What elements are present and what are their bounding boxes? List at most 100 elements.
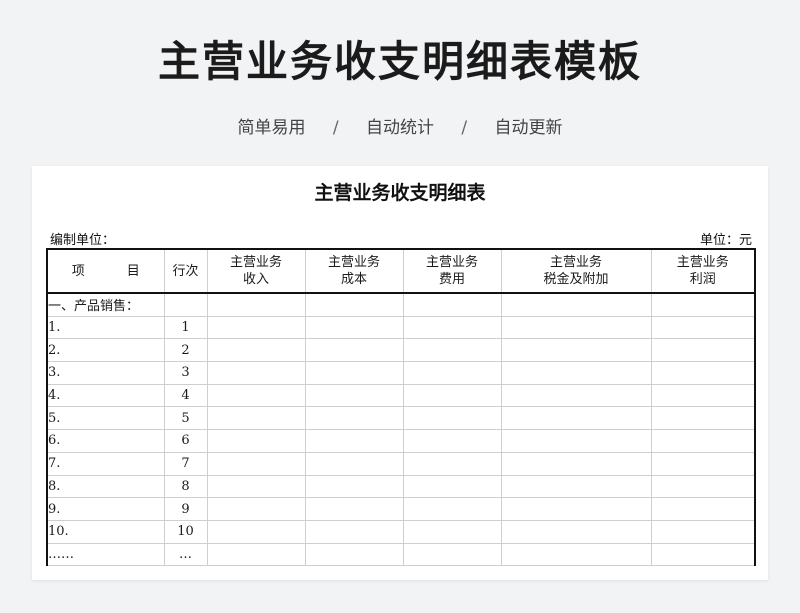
preparer-label: 编制单位： <box>50 233 116 248</box>
table-cell[interactable] <box>500 519 652 544</box>
seq-cell[interactable]: 10 <box>163 519 208 544</box>
table-cell[interactable] <box>206 542 306 567</box>
header-cost: 主营业务 成本 <box>304 248 404 294</box>
table-cell[interactable] <box>163 292 208 317</box>
table-cell[interactable] <box>304 519 404 544</box>
table-row: 2. 2 <box>46 338 756 363</box>
table-row: 6. 6 <box>46 429 756 453</box>
table-cell[interactable] <box>500 361 652 385</box>
table-cell[interactable] <box>304 406 404 431</box>
table-cell[interactable] <box>206 315 306 340</box>
table-cell[interactable] <box>206 338 306 363</box>
table-cell[interactable] <box>650 338 756 363</box>
table-cell[interactable] <box>650 542 756 567</box>
table-cell[interactable] <box>304 361 404 385</box>
table-cell[interactable] <box>402 315 502 340</box>
page-title: 主营业务收支明细表模板 <box>157 37 642 86</box>
table-cell[interactable] <box>304 429 404 453</box>
table-row: 1. 1 <box>46 315 756 340</box>
seq-cell[interactable]: 9 <box>163 497 208 521</box>
item-cell[interactable]: 7. <box>46 451 165 476</box>
table-cell[interactable] <box>206 406 306 431</box>
table-cell[interactable] <box>206 292 306 317</box>
item-cell[interactable]: 4. <box>46 383 165 408</box>
table-cell[interactable] <box>650 383 756 408</box>
seq-cell[interactable]: 3 <box>163 361 208 385</box>
table-cell[interactable] <box>402 451 502 476</box>
item-cell[interactable]: 8. <box>46 474 165 499</box>
seq-cell[interactable]: … <box>163 542 208 567</box>
table-cell[interactable] <box>500 292 652 317</box>
table-cell[interactable] <box>500 497 652 521</box>
table-row: 4. 4 <box>46 383 756 408</box>
item-cell[interactable]: 6. <box>46 429 165 453</box>
table-cell[interactable] <box>206 429 306 453</box>
table-cell[interactable] <box>206 383 306 408</box>
table-cell[interactable] <box>650 497 756 521</box>
table-cell[interactable] <box>304 474 404 499</box>
item-cell[interactable]: 9. <box>46 497 165 521</box>
seq-cell[interactable]: 1 <box>163 315 208 340</box>
seq-cell[interactable]: 4 <box>163 383 208 408</box>
table-cell[interactable] <box>402 338 502 363</box>
table-cell[interactable] <box>500 542 652 567</box>
table-cell[interactable] <box>402 429 502 453</box>
table-cell[interactable] <box>650 361 756 385</box>
seq-cell[interactable]: 6 <box>163 429 208 453</box>
table-cell[interactable] <box>650 429 756 453</box>
table-cell[interactable] <box>500 474 652 499</box>
table-cell[interactable] <box>206 474 306 499</box>
table-cell[interactable] <box>206 519 306 544</box>
table-cell[interactable] <box>402 361 502 385</box>
item-cell[interactable]: 3. <box>46 361 165 385</box>
section-row: 一、产品销售： <box>46 292 756 317</box>
table-cell[interactable] <box>304 451 404 476</box>
table-cell[interactable] <box>650 519 756 544</box>
seq-cell[interactable]: 2 <box>163 338 208 363</box>
table-cell[interactable] <box>500 451 652 476</box>
table-cell[interactable] <box>402 519 502 544</box>
seq-cell[interactable]: 7 <box>163 451 208 476</box>
item-cell[interactable]: 10. <box>46 519 165 544</box>
table-cell[interactable] <box>402 383 502 408</box>
table-cell[interactable] <box>500 429 652 453</box>
table-cell[interactable] <box>304 338 404 363</box>
feature-tagline: 简单易用 / 自动统计 / 自动更新 <box>0 113 800 138</box>
table-cell[interactable] <box>402 292 502 317</box>
table-cell[interactable] <box>650 292 756 317</box>
table-cell[interactable] <box>304 315 404 340</box>
table-cell[interactable] <box>650 474 756 499</box>
table-header-row: 项目 行次 主营业务 收入 主营业务 成本 主营业务 费用 主营业务 税金及附加 主营业… <box>46 248 756 294</box>
table-cell[interactable] <box>650 451 756 476</box>
seq-cell[interactable]: 8 <box>163 474 208 499</box>
seq-cell[interactable]: 5 <box>163 406 208 431</box>
table-cell[interactable] <box>402 406 502 431</box>
detail-table: 项目 行次 主营业务 收入 主营业务 成本 主营业务 费用 主营业务 税金及附加 主营业… <box>46 248 756 567</box>
item-cell[interactable]: 5. <box>46 406 165 431</box>
header-expense: 主营业务 费用 <box>402 248 502 294</box>
table-cell[interactable] <box>206 361 306 385</box>
table-cell[interactable] <box>500 338 652 363</box>
table-cell[interactable] <box>402 497 502 521</box>
table-cell[interactable] <box>500 383 652 408</box>
table-cell[interactable] <box>304 292 404 317</box>
section-label[interactable]: 一、产品销售： <box>46 292 165 317</box>
table-cell[interactable] <box>650 315 756 340</box>
item-cell[interactable]: …… <box>46 542 165 567</box>
table-row: 9. 9 <box>46 497 756 521</box>
table-cell[interactable] <box>304 542 404 567</box>
table-cell[interactable] <box>500 315 652 340</box>
table-cell[interactable] <box>500 406 652 431</box>
table-cell[interactable] <box>304 497 404 521</box>
table-cell[interactable] <box>206 451 306 476</box>
table-cell[interactable] <box>402 542 502 567</box>
table-cell[interactable] <box>402 474 502 499</box>
sheet-title: 主营业务收支明细表 <box>314 182 486 204</box>
table-cell[interactable] <box>304 383 404 408</box>
table-row: 8. 8 <box>46 474 756 499</box>
item-cell[interactable]: 2. <box>46 338 165 363</box>
table-cell[interactable] <box>206 497 306 521</box>
item-cell[interactable]: 1. <box>46 315 165 340</box>
table-cell[interactable] <box>650 406 756 431</box>
feature-auto-update: 自动更新 <box>494 118 563 138</box>
